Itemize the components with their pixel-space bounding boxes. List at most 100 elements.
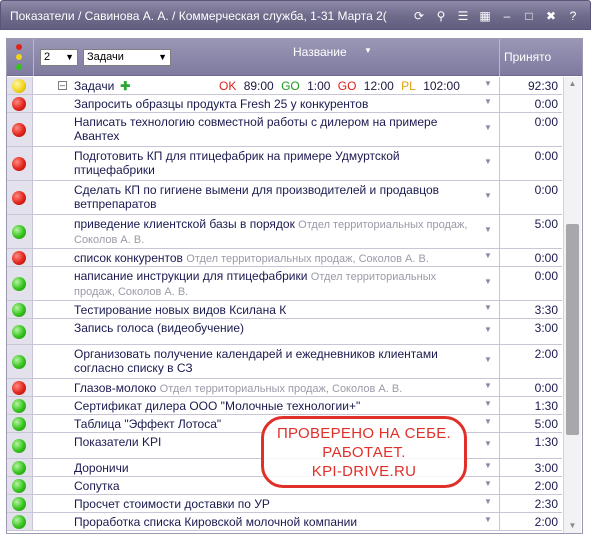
task-title: Показатели KPI bbox=[74, 435, 162, 449]
collapse-icon[interactable]: – bbox=[58, 81, 67, 90]
row-menu-icon[interactable]: ▼ bbox=[484, 157, 492, 166]
task-accepted: 3:30 bbox=[534, 303, 558, 317]
stamp-line-3: KPI-DRIVE.RU bbox=[311, 463, 417, 480]
pl-value: 102:00 bbox=[423, 79, 460, 93]
calendar-icon[interactable]: ▦ bbox=[476, 7, 494, 25]
row-menu-icon[interactable]: ▼ bbox=[484, 303, 492, 312]
status-green-icon bbox=[12, 324, 26, 339]
status-cell bbox=[7, 215, 33, 248]
task-accepted: 3:00 bbox=[534, 321, 558, 335]
row-menu-icon[interactable]: ▼ bbox=[484, 191, 492, 200]
status-cell bbox=[7, 181, 33, 214]
task-row[interactable]: Организовать получение календарей и ежед… bbox=[7, 345, 562, 379]
row-menu-icon[interactable]: ▼ bbox=[484, 225, 492, 234]
count-select[interactable]: 2 ▼ bbox=[40, 49, 78, 66]
task-accepted: 0:00 bbox=[534, 183, 558, 197]
column-accepted-header[interactable]: Принято bbox=[504, 50, 551, 64]
row-menu-icon[interactable]: ▼ bbox=[484, 439, 492, 448]
scroll-down-icon[interactable]: ▼ bbox=[564, 519, 581, 533]
column-divider bbox=[499, 379, 500, 396]
task-row[interactable]: Сертификат дилера ООО "Молочные технолог… bbox=[7, 397, 562, 415]
task-row[interactable]: Проработка списка Кировской молочной ком… bbox=[7, 513, 562, 531]
task-title-wrap: приведение клиентской базы в порядок Отд… bbox=[74, 217, 474, 247]
task-row[interactable]: Сделать КП по гигиене вымени для произво… bbox=[7, 181, 562, 215]
column-name-header[interactable]: Название bbox=[293, 45, 347, 59]
row-menu-icon[interactable]: ▼ bbox=[484, 515, 492, 524]
column-divider bbox=[499, 397, 500, 414]
view-select[interactable]: Задачи ▼ bbox=[83, 49, 171, 66]
row-menu-icon[interactable]: ▼ bbox=[484, 479, 492, 488]
row-menu-icon[interactable]: ▼ bbox=[484, 277, 492, 286]
status-yellow-icon bbox=[12, 78, 26, 93]
task-title: приведение клиентской базы в порядок bbox=[74, 217, 295, 231]
status-red-icon bbox=[12, 380, 26, 395]
task-row[interactable]: Тестирование новых видов Ксилана К ▼ 3:30 bbox=[7, 301, 562, 319]
header-divider bbox=[33, 39, 34, 76]
row-menu-icon[interactable]: ▼ bbox=[484, 325, 492, 334]
scroll-up-icon[interactable]: ▲ bbox=[564, 77, 581, 91]
minimize-icon[interactable]: – bbox=[498, 7, 516, 25]
row-menu-icon[interactable]: ▼ bbox=[484, 399, 492, 408]
row-menu-icon[interactable]: ▼ bbox=[484, 417, 492, 426]
list-icon[interactable]: ☰ bbox=[454, 7, 472, 25]
task-title: Сопутка bbox=[74, 479, 120, 493]
row-menu-icon[interactable]: ▼ bbox=[484, 251, 492, 260]
row-menu-icon[interactable]: ▼ bbox=[484, 79, 492, 88]
task-accepted: 0:00 bbox=[534, 115, 558, 129]
task-row[interactable]: Просчет стоимости доставки по УР ▼ 2:30 bbox=[7, 495, 562, 513]
restore-icon[interactable]: □ bbox=[520, 7, 538, 25]
close-icon[interactable]: ✖ bbox=[542, 7, 560, 25]
status-cell bbox=[7, 147, 33, 180]
help-icon[interactable]: ? bbox=[564, 7, 582, 25]
row-menu-icon[interactable]: ▼ bbox=[484, 381, 492, 390]
row-menu-icon[interactable]: ▼ bbox=[484, 355, 492, 364]
status-cell bbox=[7, 477, 33, 494]
status-cell bbox=[7, 95, 33, 112]
task-row[interactable]: написание инструкции для птицефабрики От… bbox=[7, 267, 562, 301]
task-row[interactable]: список конкурентов Отдел территориальных… bbox=[7, 249, 562, 267]
summary-label: Задачи bbox=[74, 79, 115, 93]
task-accepted: 2:00 bbox=[534, 479, 558, 493]
task-row[interactable]: Запросить образцы продукта Fresh 25 у ко… bbox=[7, 95, 562, 113]
status-red-icon bbox=[12, 122, 26, 137]
chevron-down-icon: ▼ bbox=[158, 52, 167, 62]
task-accepted: 2:30 bbox=[534, 497, 558, 511]
status-cell bbox=[7, 415, 33, 432]
kpi-window: Показатели / Савинова А. А. / Коммерческ… bbox=[0, 0, 591, 539]
status-green-icon bbox=[12, 496, 26, 511]
scroll-thumb[interactable] bbox=[566, 224, 579, 435]
search-icon[interactable]: ⚲ bbox=[432, 7, 450, 25]
window-title: Показатели / Савинова А. А. / Коммерческ… bbox=[10, 9, 387, 23]
task-accepted: 2:00 bbox=[534, 515, 558, 529]
row-menu-icon[interactable]: ▼ bbox=[484, 123, 492, 132]
task-row[interactable]: Запись голоса (видеобучение) ▼ 3:00 bbox=[7, 319, 562, 345]
row-menu-icon[interactable]: ▼ bbox=[484, 497, 492, 506]
status-red-icon bbox=[12, 250, 26, 265]
status-green-icon bbox=[12, 398, 26, 413]
task-accepted: 0:00 bbox=[534, 149, 558, 163]
status-cell bbox=[7, 267, 33, 300]
sort-arrow-icon[interactable]: ▼ bbox=[364, 46, 372, 55]
refresh-icon[interactable]: ⟳ bbox=[410, 7, 428, 25]
task-row[interactable]: приведение клиентской базы в порядок Отд… bbox=[7, 215, 562, 249]
status-green-icon bbox=[12, 478, 26, 493]
stamp-line-1: ПРОВЕРЕНО НА СЕБЕ. bbox=[276, 425, 452, 442]
task-row[interactable]: Глазов-молоко Отдел территориальных прод… bbox=[7, 379, 562, 397]
task-title-wrap: Сертификат дилера ООО "Молочные технолог… bbox=[74, 399, 474, 413]
status-red-icon bbox=[12, 156, 26, 171]
task-department: Отдел территориальных продаж, Соколов А.… bbox=[186, 253, 429, 265]
task-row[interactable]: Написать технологию совместной работы с … bbox=[7, 113, 562, 147]
task-accepted: 5:00 bbox=[534, 217, 558, 231]
task-row[interactable]: Подготовить КП для птицефабрик на пример… bbox=[7, 147, 562, 181]
row-menu-icon[interactable]: ▼ bbox=[484, 97, 492, 106]
vertical-scrollbar[interactable]: ▲ ▼ bbox=[563, 77, 581, 533]
column-divider bbox=[499, 95, 500, 112]
add-task-icon[interactable]: ✚ bbox=[120, 79, 130, 93]
summary-row[interactable]: – Задачи ✚ OK 89:00 GO 1:00 GO 12:00 PL 1… bbox=[7, 77, 562, 95]
task-title: Таблица "Эффект Лотоса" bbox=[74, 417, 222, 431]
row-menu-icon[interactable]: ▼ bbox=[484, 461, 492, 470]
ok-value: 89:00 bbox=[243, 79, 274, 93]
task-department: Отдел территориальных продаж, Соколов А.… bbox=[159, 383, 403, 395]
go-value-2: 12:00 bbox=[363, 79, 394, 93]
column-divider bbox=[499, 249, 500, 266]
